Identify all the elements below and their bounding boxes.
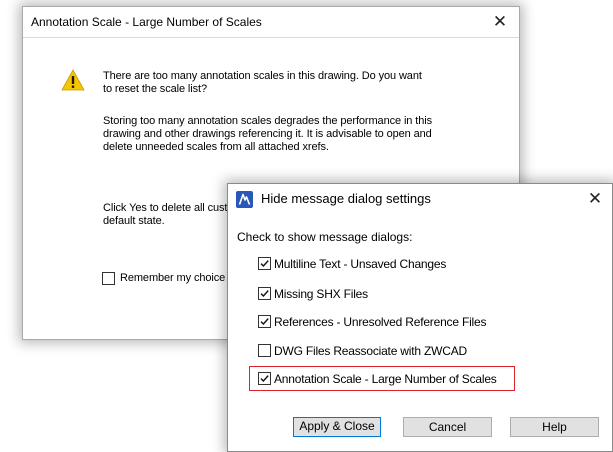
option-references-unresolved[interactable]: References - Unresolved Reference Files bbox=[258, 313, 578, 331]
highlight-box bbox=[249, 366, 515, 391]
annotation-dialog-title: Annotation Scale - Large Number of Scale… bbox=[31, 15, 262, 29]
option-checkbox[interactable] bbox=[258, 287, 271, 300]
remember-choice-label: Remember my choice a bbox=[120, 272, 235, 284]
checkmark-icon bbox=[260, 318, 269, 326]
help-button[interactable]: Help bbox=[510, 417, 599, 437]
annotation-message-main: There are too many annotation scales in … bbox=[103, 70, 422, 95]
annotation-dialog-titlebar[interactable]: Annotation Scale - Large Number of Scale… bbox=[23, 7, 519, 38]
option-label: DWG Files Reassociate with ZWCAD bbox=[274, 344, 467, 358]
checkmark-icon bbox=[260, 260, 269, 268]
option-label: Missing SHX Files bbox=[274, 287, 368, 301]
option-checkbox[interactable] bbox=[258, 344, 271, 357]
option-missing-shx[interactable]: Missing SHX Files bbox=[258, 285, 578, 303]
hide-message-dialog: Hide message dialog settings ✕ Check to … bbox=[227, 183, 613, 452]
hide-dialog-close-icon[interactable]: ✕ bbox=[582, 187, 608, 211]
option-multiline-text[interactable]: Multiline Text - Unsaved Changes bbox=[258, 255, 578, 273]
remember-choice-checkbox[interactable] bbox=[102, 272, 115, 285]
option-checkbox[interactable] bbox=[258, 315, 271, 328]
apply-close-button[interactable]: Apply & Close bbox=[293, 417, 381, 437]
checkmark-icon bbox=[260, 290, 269, 298]
annotation-message-detail: Storing too many annotation scales degra… bbox=[103, 115, 432, 153]
option-label: References - Unresolved Reference Files bbox=[274, 315, 487, 329]
warning-triangle-icon bbox=[61, 69, 85, 91]
cancel-button[interactable]: Cancel bbox=[403, 417, 492, 437]
option-label: Multiline Text - Unsaved Changes bbox=[274, 257, 447, 271]
option-checkbox[interactable] bbox=[258, 257, 271, 270]
section-label: Check to show message dialogs: bbox=[237, 230, 413, 244]
option-dwg-reassociate[interactable]: DWG Files Reassociate with ZWCAD bbox=[258, 342, 578, 360]
annotation-message-yes: Click Yes to delete all cust default sta… bbox=[103, 202, 228, 227]
annotation-dialog-close-icon[interactable]: ✕ bbox=[487, 10, 513, 34]
hide-dialog-titlebar[interactable]: Hide message dialog settings ✕ bbox=[228, 184, 612, 214]
hide-dialog-title: Hide message dialog settings bbox=[261, 191, 431, 206]
zwcad-app-icon bbox=[236, 191, 253, 208]
